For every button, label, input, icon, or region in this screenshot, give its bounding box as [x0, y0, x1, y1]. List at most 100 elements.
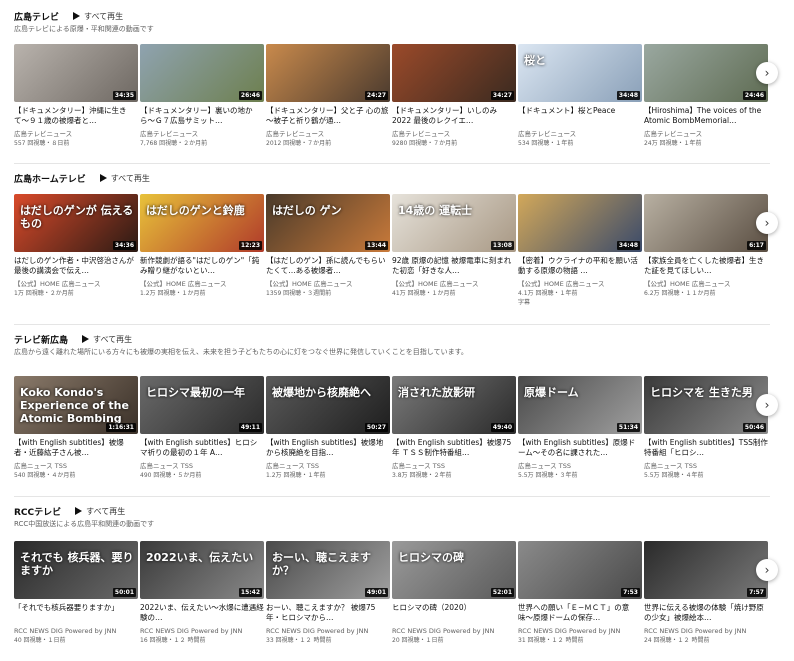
video-card[interactable]: 6:17 【家族全員を亡くした被爆者】生きた証を見てほしい… 【公式】HOME 広島… [644, 194, 768, 307]
play-all-button[interactable]: すべて再生 [99, 173, 150, 184]
video-card[interactable]: 14歳の 運転士 13:08 92歳 原爆の記憶 被爆電車に刻まれた初恋「好きな人…… [392, 194, 516, 307]
video-thumbnail[interactable]: おーい、聴こえますか？ 49:01 [266, 541, 390, 599]
video-thumbnail[interactable]: 2022いま、伝えたい 15:42 [140, 541, 264, 599]
video-title[interactable]: 92歳 原爆の記憶 被爆電車に刻まれた初恋「好きな人… [392, 256, 516, 276]
video-thumbnail[interactable]: はだしのゲンが 伝えるもの 34:36 [14, 194, 138, 252]
video-title[interactable]: 【ドキュメンタリー】いしのみ2022 最後のレクイエ… [392, 106, 516, 126]
video-thumbnail[interactable]: はだしの ゲン 13:44 [266, 194, 390, 252]
video-card[interactable]: ヒロシマを 生きた男 50:46 【with English subtitles】T… [644, 376, 768, 480]
video-card[interactable]: 26:46 【ドキュメンタリー】裏いの地から〜Ｇ７広島サミット… 広島テレビニュース… [140, 44, 264, 148]
video-thumbnail[interactable]: 消された放影研 49:40 [392, 376, 516, 434]
chevron-right-icon[interactable]: › [756, 212, 778, 234]
video-thumbnail[interactable]: Koko Kondo's Experience of the Atomic Bo… [14, 376, 138, 434]
channel-name[interactable]: 【公式】HOME 広島ニュース [518, 279, 642, 289]
channel-name[interactable]: 広島テレビニュース [392, 129, 516, 139]
video-thumbnail[interactable]: 34:27 [392, 44, 516, 102]
video-title[interactable]: 【with English subtitles】被爆地から核廃絶を目指… [266, 438, 390, 458]
video-card[interactable]: はだしの ゲン 13:44 【はだしのゲン】孫に読んでもらいたくて…ある被爆者… 【公… [266, 194, 390, 307]
shelf-title[interactable]: 広島テレビ [14, 10, 59, 23]
video-thumbnail[interactable]: 26:46 [140, 44, 264, 102]
video-card[interactable]: ヒロシマ最初の一年 49:11 【with English subtitles】ヒロ… [140, 376, 264, 480]
video-card[interactable]: 24:46 【Hiroshima】The voices of the Atomic… [644, 44, 768, 148]
video-thumbnail[interactable]: 14歳の 運転士 13:08 [392, 194, 516, 252]
video-thumbnail[interactable]: 24:46 [644, 44, 768, 102]
channel-name[interactable]: 広島ニュース TSS [140, 461, 264, 471]
channel-name[interactable]: 広島ニュース TSS [518, 461, 642, 471]
video-thumbnail[interactable]: 被爆地から核廃絶へ 50:27 [266, 376, 390, 434]
video-card[interactable]: はだしのゲンと鈴鹿 12:23 新作競劇が語る"はだしのゲン"「鈍み贈り継がないとい… [140, 194, 264, 307]
play-all-button[interactable]: すべて再生 [73, 11, 123, 22]
video-thumbnail[interactable]: 34:35 [14, 44, 138, 102]
channel-name[interactable]: 広島テレビニュース [14, 129, 138, 139]
chevron-right-icon[interactable]: › [756, 394, 778, 416]
video-title[interactable]: 世界に伝える被爆の体験「焼け野原の少女」被爆絵本… [644, 603, 768, 623]
video-card[interactable]: 2022いま、伝えたい 15:42 2022いま、伝えたい〜水爆に遭遇経験の… RCC… [140, 541, 264, 645]
video-title[interactable]: 2022いま、伝えたい〜水爆に遭遇経験の… [140, 603, 264, 623]
video-card[interactable]: おーい、聴こえますか？ 49:01 おーい、聴こえますか？ 被爆75年・ヒロシマから… [266, 541, 390, 645]
channel-name[interactable]: 広島ニュース TSS [644, 461, 768, 471]
video-thumbnail[interactable]: 7:57 [644, 541, 768, 599]
video-thumbnail[interactable]: 桜と 34:48 [518, 44, 642, 102]
video-thumbnail[interactable]: 34:48 [518, 194, 642, 252]
video-card[interactable]: 被爆地から核廃絶へ 50:27 【with English subtitles】被爆… [266, 376, 390, 480]
video-title[interactable]: 【はだしのゲン】孫に読んでもらいたくて…ある被爆者… [266, 256, 390, 276]
video-title[interactable]: はだしのゲン作者・中沢啓治さんが最後の講演会で伝え… [14, 256, 138, 276]
video-title[interactable]: 新作競劇が語る"はだしのゲン"「鈍み贈り継がないとい… [140, 256, 264, 276]
channel-name[interactable]: 広島ニュース TSS [392, 461, 516, 471]
video-card[interactable]: 34:48 【密着】ウクライナの平和を願い活動する原爆の物語 … 【公式】HOME … [518, 194, 642, 307]
video-card[interactable]: Koko Kondo's Experience of the Atomic Bo… [14, 376, 138, 480]
video-title[interactable]: 【ドキュメンタリー】父と子 心の旅 〜被子と祈り鶴が通… [266, 106, 390, 126]
video-card[interactable]: 消された放影研 49:40 【with English subtitles】被爆75… [392, 376, 516, 480]
video-card[interactable]: 7:53 世界への願い「Ｅ−ＭＣＴ」の意味〜原爆ドームの保存… RCC NEWS D… [518, 541, 642, 645]
chevron-right-icon[interactable]: › [756, 559, 778, 581]
channel-name[interactable]: 【公式】HOME 広島ニュース [392, 279, 516, 289]
video-title[interactable]: 「それでも核兵器要りますか」 [14, 603, 138, 623]
video-title[interactable]: おーい、聴こえますか？ 被爆75年・ヒロシマから… [266, 603, 390, 623]
channel-name[interactable]: 広島ニュース TSS [266, 461, 390, 471]
video-title[interactable]: 世界への願い「Ｅ−ＭＣＴ」の意味〜原爆ドームの保存… [518, 603, 642, 623]
video-title[interactable]: 【with English subtitles】ヒロシマ祈りの最初の１年 A… [140, 438, 264, 458]
video-title[interactable]: 【密着】ウクライナの平和を願い活動する原爆の物語 … [518, 256, 642, 276]
video-thumbnail[interactable]: ヒロシマを 生きた男 50:46 [644, 376, 768, 434]
channel-name[interactable]: 広島テレビニュース [266, 129, 390, 139]
video-thumbnail[interactable]: 原爆ドーム 51:34 [518, 376, 642, 434]
channel-name[interactable]: 広島ニュース TSS [14, 461, 138, 471]
video-title[interactable]: 【家族全員を亡くした被爆者】生きた証を見てほしい… [644, 256, 768, 276]
video-thumbnail[interactable]: ヒロシマ最初の一年 49:11 [140, 376, 264, 434]
channel-name[interactable]: 【公式】HOME 広島ニュース [14, 279, 138, 289]
video-card[interactable]: 34:27 【ドキュメンタリー】いしのみ2022 最後のレクイエ… 広島テレビニュー… [392, 44, 516, 148]
video-card[interactable]: 24:27 【ドキュメンタリー】父と子 心の旅 〜被子と祈り鶴が通… 広島テレビニュ… [266, 44, 390, 148]
video-title[interactable]: 【ドキュメンタリー】沖縄に生きて〜９１歳の被爆者と… [14, 106, 138, 126]
channel-name[interactable]: 【公式】HOME 広島ニュース [140, 279, 264, 289]
chevron-right-icon[interactable]: › [756, 62, 778, 84]
video-card[interactable]: はだしのゲンが 伝えるもの 34:36 はだしのゲン作者・中沢啓治さんが最後の講演会… [14, 194, 138, 307]
video-card[interactable]: 桜と 34:48 【ドキュメント】桜とPeace 広島テレビニュース 534 回視聴・１… [518, 44, 642, 148]
video-thumbnail[interactable]: それでも 核兵器、要りますか 50:01 [14, 541, 138, 599]
channel-name[interactable]: RCC NEWS DIG Powered by JNN [392, 626, 516, 636]
channel-name[interactable]: RCC NEWS DIG Powered by JNN [644, 626, 768, 636]
video-title[interactable]: 【with English subtitles】被爆者・近藤紘子さん被… [14, 438, 138, 458]
video-thumbnail[interactable]: 7:53 [518, 541, 642, 599]
video-title[interactable]: 【with English subtitles】被爆75年 ＴＳＳ制作特番組… [392, 438, 516, 458]
shelf-title[interactable]: テレビ新広島 [14, 333, 68, 346]
video-title[interactable]: 【with English subtitles】TSS制作特番組「ヒロシ… [644, 438, 768, 458]
channel-name[interactable]: 広島テレビニュース [140, 129, 264, 139]
channel-name[interactable]: 広島テレビニュース [518, 129, 642, 139]
video-card[interactable]: それでも 核兵器、要りますか 50:01 「それでも核兵器要りますか」 RCC NEW… [14, 541, 138, 645]
channel-name[interactable]: RCC NEWS DIG Powered by JNN [518, 626, 642, 636]
play-all-button[interactable]: すべて再生 [75, 506, 125, 517]
video-card[interactable]: 7:57 世界に伝える被爆の体験「焼け野原の少女」被爆絵本… RCC NEWS DI… [644, 541, 768, 645]
video-thumbnail[interactable]: 6:17 [644, 194, 768, 252]
video-title[interactable]: 【Hiroshima】The voices of the Atomic Bomb… [644, 106, 768, 126]
video-card[interactable]: 34:35 【ドキュメンタリー】沖縄に生きて〜９１歳の被爆者と… 広島テレビニュース… [14, 44, 138, 148]
video-thumbnail[interactable]: 24:27 [266, 44, 390, 102]
channel-name[interactable]: 広島テレビニュース [644, 129, 768, 139]
channel-name[interactable]: RCC NEWS DIG Powered by JNN [14, 626, 138, 636]
channel-name[interactable]: 【公式】HOME 広島ニュース [644, 279, 768, 289]
channel-name[interactable]: RCC NEWS DIG Powered by JNN [266, 626, 390, 636]
video-title[interactable]: 【ドキュメント】桜とPeace [518, 106, 642, 126]
video-title[interactable]: 【with English subtitles】原爆ドーム〜その名に課された… [518, 438, 642, 458]
shelf-title[interactable]: 広島ホームテレビ [14, 172, 86, 185]
video-title[interactable]: 【ドキュメンタリー】裏いの地から〜Ｇ７広島サミット… [140, 106, 264, 126]
shelf-title[interactable]: RCCテレビ [14, 505, 61, 518]
